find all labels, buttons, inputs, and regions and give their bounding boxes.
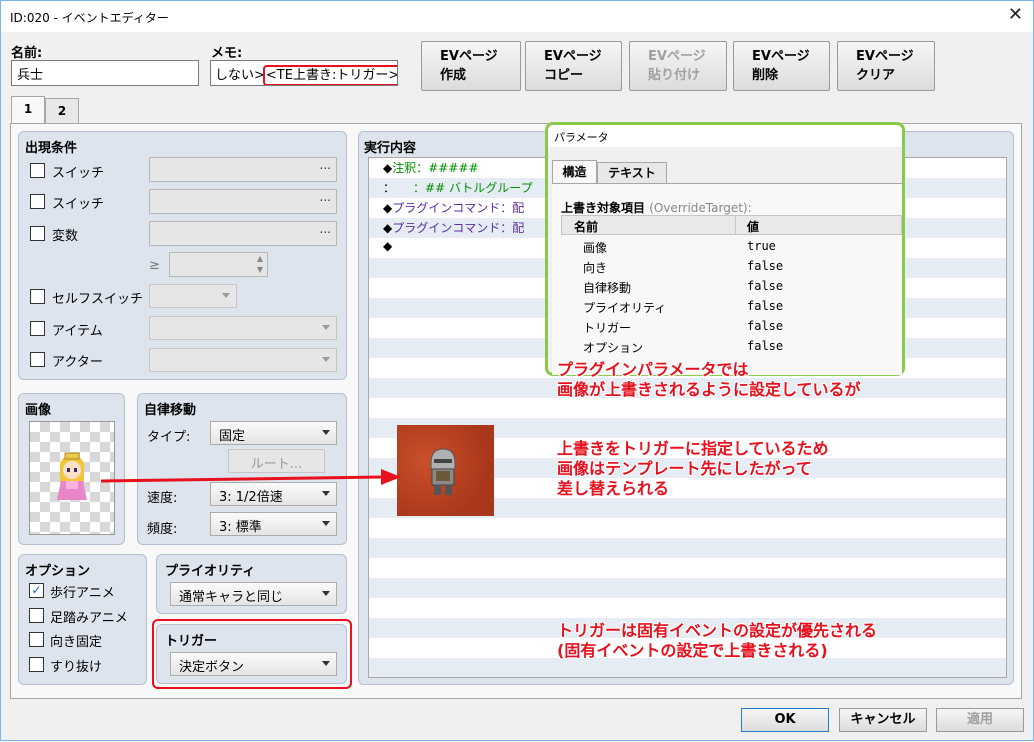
parameter-heading: 上書き対象項目 (OverrideTarget): (561, 201, 752, 215)
parameter-row[interactable]: プライオリティ false (562, 296, 902, 316)
parameter-row[interactable]: オプション false (562, 336, 902, 356)
annotation-2-line3: 差し替えられる (557, 479, 670, 498)
annotation-3-line1: トリガーは固有イベントの設定が優先される (557, 621, 878, 640)
parameter-popup: パラメータ 構造 テキスト 上書き対象項目 (OverrideTarget): … (545, 122, 905, 376)
parameter-body: 上書き対象項目 (OverrideTarget): 名前 値 画像 true 向き… (552, 183, 902, 375)
parameter-row[interactable]: 自律移動 false (562, 276, 902, 296)
annotation-3-line2: (固有イベントの設定で上書きされる) (557, 641, 828, 660)
annotation-2-line1: 上書きをトリガーに指定しているため (557, 439, 829, 458)
annotation-2-line2: 画像はテンプレート先にしたがって (557, 459, 812, 478)
tab-text[interactable]: テキスト (597, 162, 667, 184)
parameter-row[interactable]: 向き false (562, 256, 902, 276)
parameter-row[interactable]: トリガー false (562, 316, 902, 336)
parameter-row[interactable]: 画像 true (562, 236, 902, 256)
parameter-titlebar: パラメータ (548, 125, 902, 147)
parameter-title: パラメータ (554, 131, 609, 144)
tab-structure[interactable]: 構造 (552, 160, 597, 184)
apply-button[interactable]: 適用 (936, 708, 1024, 732)
annotation-1-line1: プラグインパラメータでは (557, 360, 749, 379)
annotation-1-line2: 画像が上書きされるように設定しているが (557, 380, 861, 399)
event-editor-window: ID:020 - イベントエディター ✕ 名前: 兵士 メモ: しない><TE上… (0, 0, 1034, 741)
ok-button[interactable]: OK (741, 708, 829, 732)
cancel-button[interactable]: キャンセル (839, 708, 927, 732)
parameter-table-header: 名前 値 (561, 215, 902, 235)
